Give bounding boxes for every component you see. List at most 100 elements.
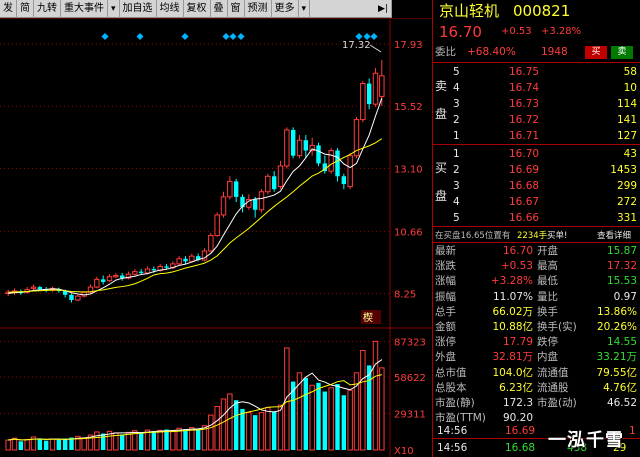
candle-body[interactable] (138, 271, 144, 273)
toolbar-button[interactable]: 九转 (34, 0, 61, 18)
volume-bar[interactable] (49, 438, 56, 451)
toolbar-button[interactable]: 简 (17, 0, 34, 18)
volume-bar[interactable] (37, 438, 43, 450)
volume-bar[interactable] (277, 404, 284, 451)
sell-button[interactable]: 卖 (611, 46, 633, 59)
candle-body[interactable] (265, 175, 271, 193)
candle-body[interactable] (94, 278, 100, 288)
volume-bar[interactable] (100, 433, 106, 450)
book-level-row[interactable]: 3 16.68 299 (433, 178, 640, 194)
toolbar-button[interactable]: 发 (0, 0, 17, 18)
volume-bar[interactable] (303, 377, 309, 450)
volume-bar[interactable] (316, 382, 321, 450)
candle-body[interactable] (233, 181, 239, 197)
tag-label[interactable]: 楔 (363, 312, 373, 324)
candle-body[interactable] (347, 155, 353, 188)
toolbar-button[interactable]: 重大事件 (61, 0, 108, 18)
arrow-right-icon[interactable]: ▶| (375, 0, 392, 18)
volume-bar[interactable] (56, 439, 62, 450)
candle-body[interactable] (227, 180, 233, 198)
volume-bar[interactable] (309, 384, 315, 451)
volume-bar[interactable] (5, 439, 11, 451)
buy-button[interactable]: 买 (585, 46, 607, 59)
volume-bar[interactable] (125, 431, 132, 451)
volume-bar[interactable] (81, 437, 87, 451)
book-level-row[interactable]: 3 16.73 114 (433, 96, 640, 112)
candle-body[interactable] (208, 235, 214, 252)
volume-bar[interactable] (164, 429, 169, 450)
candle-body[interactable] (328, 150, 334, 172)
candle-body[interactable] (106, 276, 113, 282)
volume-bar[interactable] (43, 440, 49, 450)
candle-body[interactable] (335, 150, 340, 177)
volume-bar[interactable] (335, 384, 340, 450)
candle-body[interactable] (176, 258, 182, 265)
volume-bar[interactable] (62, 438, 68, 450)
candle-body[interactable] (303, 140, 309, 151)
toolbar-button[interactable]: 均线 (157, 0, 184, 18)
event-marker-icon[interactable] (229, 32, 237, 41)
volume-bar[interactable] (195, 428, 201, 450)
toolbar-button[interactable]: 窗 (228, 0, 245, 18)
volume-bar[interactable] (271, 411, 277, 450)
event-marker-icon[interactable] (363, 32, 371, 41)
toolbar-button[interactable]: 叠 (211, 0, 228, 18)
toolbar-button[interactable]: 预测 (245, 0, 272, 18)
event-marker-icon[interactable] (181, 32, 189, 41)
candle-body[interactable] (100, 279, 106, 282)
volume-bar[interactable] (11, 437, 18, 451)
candle-body[interactable] (132, 271, 138, 275)
volume-bar[interactable] (189, 427, 195, 451)
candle-body[interactable] (296, 139, 303, 157)
candle-body[interactable] (277, 165, 284, 188)
event-marker-icon[interactable] (237, 32, 245, 41)
candle-body[interactable] (316, 145, 321, 164)
event-marker-icon[interactable] (355, 32, 363, 41)
candle-body[interactable] (214, 214, 220, 237)
volume-bar[interactable] (151, 431, 157, 450)
candle-body[interactable] (144, 268, 151, 274)
volume-bar[interactable] (233, 400, 239, 450)
candle-body[interactable] (183, 258, 188, 262)
volume-bar[interactable] (252, 415, 258, 450)
volume-bar[interactable] (360, 349, 366, 451)
candle-body[interactable] (379, 75, 385, 97)
volume-bar[interactable] (372, 340, 379, 451)
volume-bar[interactable] (183, 429, 188, 450)
candle-body[interactable] (113, 274, 119, 278)
toolbar-button[interactable]: 加自选 (120, 0, 157, 18)
volume-bar[interactable] (366, 365, 372, 450)
volume-bar[interactable] (220, 398, 227, 451)
volume-bar[interactable] (322, 391, 328, 450)
volume-bar[interactable] (214, 405, 220, 451)
event-marker-icon[interactable] (101, 32, 109, 41)
toolbar-button[interactable]: 复权 (184, 0, 211, 18)
volume-bar[interactable] (240, 408, 245, 450)
volume-bar[interactable] (284, 347, 290, 451)
book-level-row[interactable]: 5 16.75 58 (433, 64, 640, 80)
book-level-row[interactable]: 2 16.69 1453 (433, 162, 640, 178)
candle-body[interactable] (151, 269, 157, 271)
event-marker-icon[interactable] (136, 32, 144, 41)
candle-body[interactable] (252, 199, 258, 210)
volume-bar[interactable] (379, 367, 385, 451)
candle-body[interactable] (341, 176, 347, 185)
candle-body[interactable] (290, 129, 296, 156)
volume-bar[interactable] (24, 438, 30, 451)
book-level-row[interactable]: 4 16.67 272 (433, 194, 640, 210)
volume-bar[interactable] (341, 395, 347, 450)
volume-bar[interactable] (258, 412, 265, 451)
kline-chart[interactable]: 17.93 15.52 13.10 10.66 8.25 87323 58622 29311 X… (0, 18, 432, 457)
volume-bar[interactable] (94, 431, 100, 451)
volume-bar[interactable] (170, 430, 176, 451)
volume-bar[interactable] (18, 441, 24, 450)
volume-bar[interactable] (227, 393, 233, 451)
book-level-row[interactable]: 4 16.74 10 (433, 80, 640, 96)
candle-body[interactable] (271, 176, 277, 190)
candle-body[interactable] (37, 287, 43, 290)
volume-bar[interactable] (246, 412, 252, 451)
volume-bar[interactable] (119, 434, 125, 450)
candle-body[interactable] (284, 129, 290, 167)
candle-body[interactable] (360, 83, 366, 121)
book-level-row[interactable]: 5 16.66 331 (433, 210, 640, 226)
